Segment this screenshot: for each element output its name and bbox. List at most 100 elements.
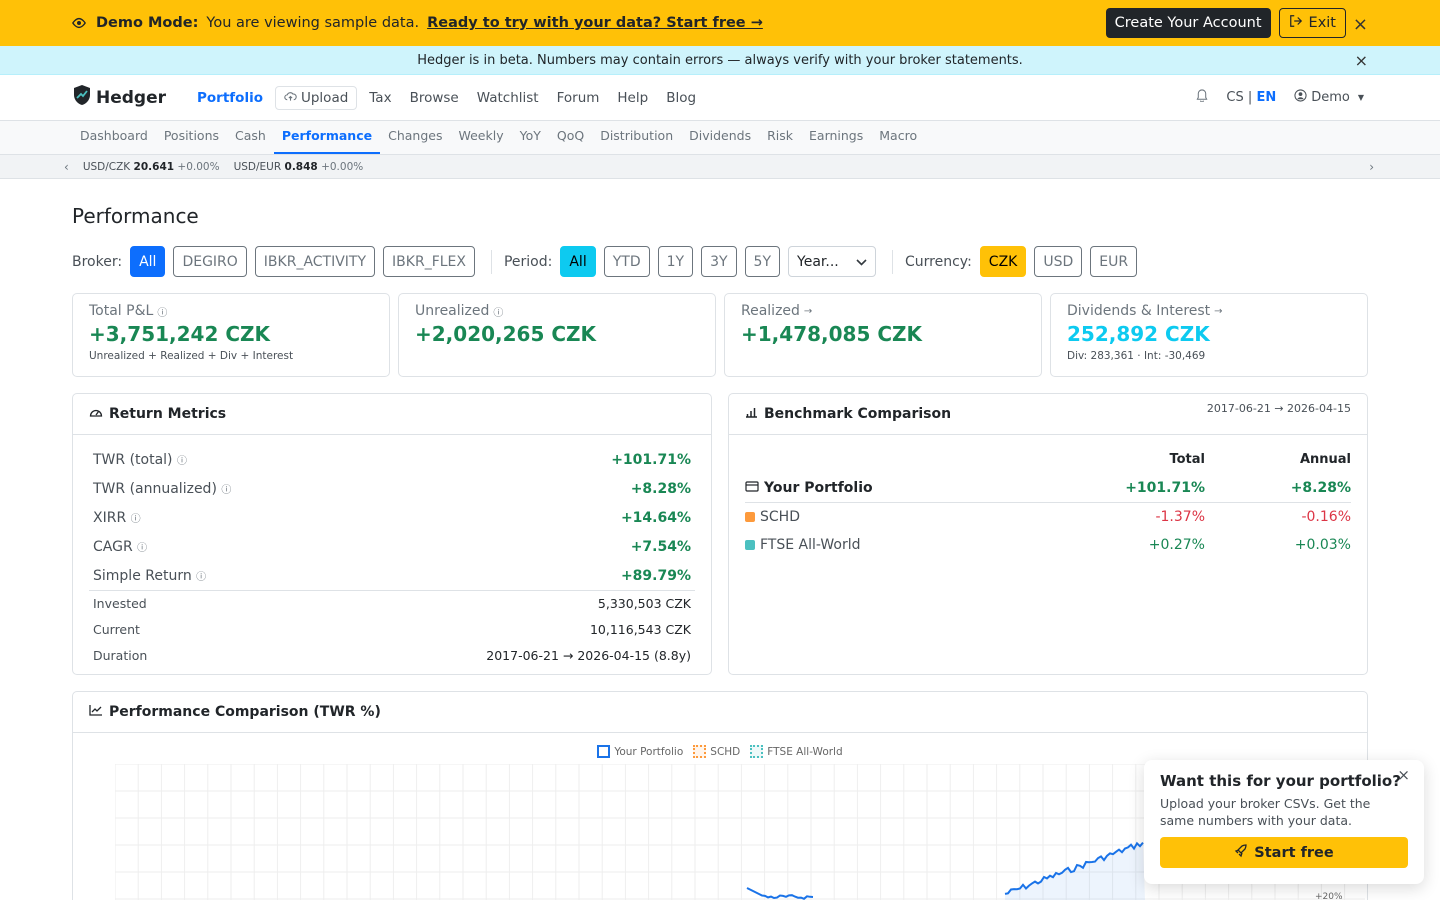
legend-item[interactable]: Your Portfolio: [597, 745, 683, 758]
page-title: Performance: [72, 204, 199, 228]
kpi-realized[interactable]: Realized → +1,478,085 CZK: [724, 293, 1042, 377]
tab-distribution[interactable]: Distribution: [592, 128, 681, 154]
detail-label: Invested: [93, 596, 147, 611]
broker-all-button[interactable]: All: [130, 246, 166, 277]
lang-cs[interactable]: CS: [1226, 90, 1243, 105]
language-switcher: CS | EN: [1226, 90, 1276, 105]
benchmark-total: -1.37%: [1155, 509, 1205, 525]
info-icon[interactable]: ⓘ: [157, 304, 167, 319]
broker-ibkr-activity-button[interactable]: IBKR_ACTIVITY: [254, 246, 376, 277]
popup-close-icon[interactable]: ×: [1397, 766, 1410, 784]
nav-portfolio[interactable]: Portfolio: [188, 90, 272, 106]
kpi-value: 252,892 CZK: [1067, 322, 1210, 346]
year-select[interactable]: Year...: [788, 246, 877, 277]
tab-yoy[interactable]: YoY: [512, 128, 549, 154]
chevron-left-icon[interactable]: ‹: [64, 160, 69, 174]
tab-dashboard[interactable]: Dashboard: [72, 128, 156, 154]
nav-browse[interactable]: Browse: [401, 90, 468, 106]
tab-macro[interactable]: Macro: [871, 128, 925, 154]
legend-label: SCHD: [710, 745, 741, 758]
filter-divider: [892, 249, 894, 274]
arrow-right-icon: →: [1214, 305, 1223, 317]
create-account-button[interactable]: Create Your Account: [1105, 8, 1271, 38]
currency-label: Currency:: [905, 253, 972, 270]
nav-blog[interactable]: Blog: [657, 90, 705, 106]
nav-watchlist[interactable]: Watchlist: [468, 90, 548, 106]
ticker-pair: USD/EUR: [233, 160, 282, 173]
benchmark-table-header: Total Annual: [745, 445, 1351, 473]
period-1y-button[interactable]: 1Y: [657, 246, 694, 277]
kpi-title: Dividends & Interest: [1067, 303, 1211, 319]
tab-changes[interactable]: Changes: [380, 128, 450, 154]
benchmark-row-schd: SCHD -1.37% -0.16%: [745, 503, 1351, 531]
tab-performance[interactable]: Performance: [273, 128, 381, 154]
info-icon[interactable]: ⓘ: [177, 456, 187, 467]
benchmark-annual: -0.16%: [1301, 509, 1351, 525]
period-5y-button[interactable]: 5Y: [744, 246, 781, 277]
period-ytd-button[interactable]: YTD: [603, 246, 650, 277]
period-3y-button[interactable]: 3Y: [701, 246, 737, 277]
info-icon[interactable]: ⓘ: [131, 514, 141, 525]
ticker-change: +0.00%: [177, 160, 220, 173]
info-icon[interactable]: ⓘ: [196, 572, 206, 583]
broker-degiro-button[interactable]: DEGIRO: [173, 246, 247, 277]
kpi-unrealized: Unrealized ⓘ +2,020,265 CZK: [398, 293, 716, 377]
demo-close-icon[interactable]: ×: [1353, 14, 1368, 35]
ticker-item: USD/EUR 0.848 +0.00%: [234, 161, 364, 173]
beta-close-icon[interactable]: ×: [1355, 51, 1368, 70]
fx-ticker: ‹ USD/CZK 20.641 +0.00% USD/EUR 0.848 +0…: [0, 155, 1440, 179]
user-menu[interactable]: Demo ▼: [1294, 89, 1364, 106]
detail-value: 5,330,503 CZK: [597, 596, 691, 611]
currency-usd-button[interactable]: USD: [1034, 246, 1083, 277]
year-select-value: Year...: [797, 253, 839, 270]
tab-cash[interactable]: Cash: [227, 128, 274, 154]
benchmark-row-portfolio: Your Portfolio +101.71% +8.28%: [745, 473, 1351, 503]
shield-logo-icon: [72, 84, 92, 111]
popup-title: Want this for your portfolio?: [1160, 772, 1401, 790]
period-all-button[interactable]: All: [560, 246, 596, 277]
nav-help[interactable]: Help: [608, 90, 657, 106]
bell-icon[interactable]: [1196, 89, 1208, 106]
tab-risk[interactable]: Risk: [759, 128, 801, 154]
tab-dividends[interactable]: Dividends: [681, 128, 759, 154]
benchmark-name: FTSE All-World: [760, 537, 861, 553]
bar-chart-icon: [745, 406, 758, 422]
tab-positions[interactable]: Positions: [156, 128, 227, 154]
metric-label: XIRR: [93, 509, 127, 526]
kpi-dividends-interest[interactable]: Dividends & Interest → 252,892 CZK Div: 2…: [1050, 293, 1368, 377]
metric-label: CAGR: [93, 538, 133, 555]
info-icon[interactable]: ⓘ: [493, 304, 503, 319]
detail-value: 10,116,543 CZK: [589, 621, 691, 637]
legend-item[interactable]: SCHD: [693, 745, 740, 758]
tab-qoq[interactable]: QoQ: [549, 128, 592, 154]
lang-en[interactable]: EN: [1256, 90, 1276, 105]
line-chart-icon: [89, 704, 103, 720]
detail-row: Invested 5,330,503 CZK: [89, 590, 695, 616]
benchmark-row-ftse: FTSE All-World +0.27% +0.03%: [745, 531, 1351, 559]
tab-weekly[interactable]: Weekly: [450, 128, 511, 154]
demo-title: Demo Mode:: [96, 15, 199, 31]
info-icon[interactable]: ⓘ: [221, 485, 231, 496]
beta-message: Hedger is in beta. Numbers may contain e…: [417, 52, 1023, 68]
currency-czk-button[interactable]: CZK: [979, 246, 1027, 277]
popup-start-free-button[interactable]: Start free: [1160, 837, 1408, 868]
exit-demo-button[interactable]: Exit: [1278, 8, 1346, 38]
portfolio-subtabs: Dashboard Positions Cash Performance Cha…: [0, 121, 1440, 155]
chart-legend: Your Portfolio SCHD FTSE All-World: [73, 745, 1367, 758]
legend-item[interactable]: FTSE All-World: [750, 745, 843, 758]
currency-eur-button[interactable]: EUR: [1090, 246, 1138, 277]
tab-earnings[interactable]: Earnings: [801, 128, 871, 154]
info-icon[interactable]: ⓘ: [137, 543, 147, 554]
metric-value: +101.71%: [611, 451, 691, 468]
wallet-icon: [745, 480, 759, 496]
demo-cta-link[interactable]: Ready to try with your data? Start free …: [427, 15, 763, 31]
nav-forum[interactable]: Forum: [548, 90, 609, 106]
lang-separator: |: [1247, 90, 1253, 105]
brand-logo[interactable]: Hedger: [72, 84, 166, 111]
chevron-right-icon[interactable]: ›: [1369, 160, 1374, 174]
nav-tax[interactable]: Tax: [360, 90, 400, 106]
col-annual: Annual: [1299, 451, 1351, 467]
broker-ibkr-flex-button[interactable]: IBKR_FLEX: [383, 246, 475, 277]
filter-bar: Broker: All DEGIRO IBKR_ACTIVITY IBKR_FL…: [72, 246, 1368, 277]
nav-upload-button[interactable]: Upload: [274, 85, 358, 110]
